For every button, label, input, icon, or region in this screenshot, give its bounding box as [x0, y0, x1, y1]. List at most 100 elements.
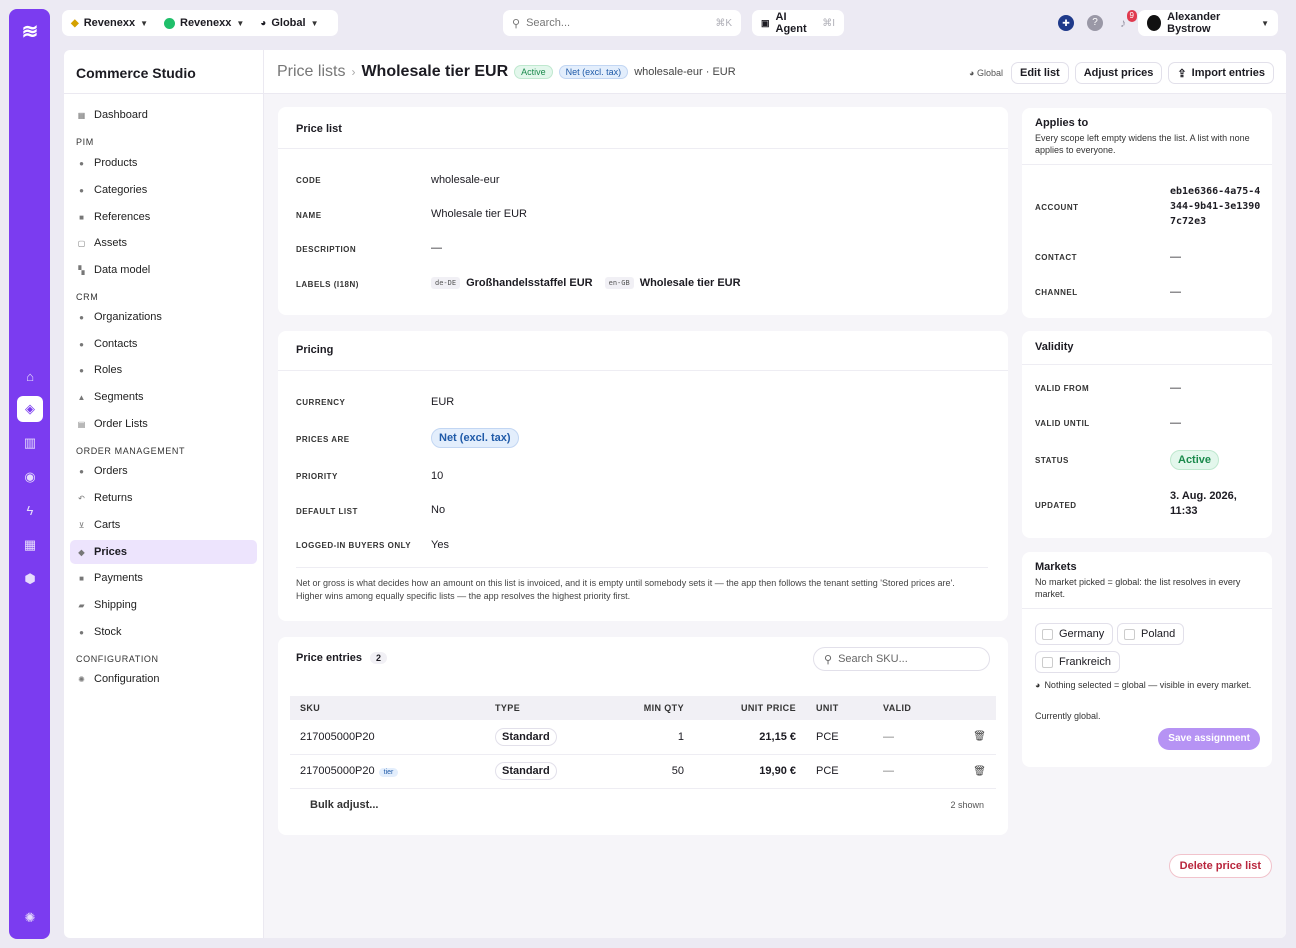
card-title: Applies to — [1035, 117, 1089, 129]
col-type[interactable]: TYPE — [485, 696, 600, 720]
bolt-icon[interactable]: ϟ — [17, 498, 43, 524]
delete-price-list-button[interactable]: Delete price list — [1168, 854, 1272, 878]
field-label: PRICES ARE — [296, 435, 350, 444]
table-row[interactable]: 217005000P20 Standard 1 21,15 € PCE — 🗑︎ — [290, 720, 996, 755]
col-valid[interactable]: VALID — [873, 696, 941, 720]
sidebar-item-carts[interactable]: ⊻ Carts — [70, 513, 257, 537]
sidebar-item-payments[interactable]: ■ Payments — [70, 566, 257, 590]
ai-agent-button[interactable]: ▣ AI Agent ⌘I — [752, 10, 844, 36]
type-cell: Standard — [485, 720, 600, 755]
sidebar-item-label: Prices — [94, 546, 128, 558]
bulk-adjust-button[interactable]: Bulk adjust... — [310, 799, 378, 811]
layers-icon[interactable]: ◈ — [17, 396, 43, 422]
card-title: Price list — [296, 123, 342, 135]
org-icon: ◆ — [71, 17, 79, 29]
roles-icon: ● — [79, 365, 84, 375]
col-unit-price[interactable]: UNIT PRICE — [694, 696, 806, 720]
stock-icon: ● — [79, 627, 84, 637]
sidebar-item-data-model[interactable]: ▚ Data model — [70, 258, 257, 282]
field-label: NAME — [296, 211, 322, 220]
trash-icon[interactable]: 🗑︎ — [941, 754, 996, 789]
col-unit[interactable]: UNIT — [806, 696, 873, 720]
sidebar-item-contacts[interactable]: ● Contacts — [70, 332, 257, 356]
chevron-right-icon: › — [351, 65, 356, 79]
card-title: Validity — [1035, 341, 1074, 353]
sidebar-item-references[interactable]: ■ References — [70, 205, 257, 229]
categories-icon: ● — [79, 185, 84, 195]
chevron-down-icon[interactable]: ▼ — [311, 19, 319, 28]
global-search[interactable]: ⚲ Search... ⌘K — [503, 10, 741, 36]
valid-cell: — — [873, 720, 941, 755]
breadcrumb-price-lists[interactable]: Price lists — [277, 63, 345, 81]
sidebar-item-organizations[interactable]: ● Organizations — [70, 305, 257, 329]
trash-icon[interactable]: 🗑︎ — [941, 720, 996, 755]
edit-list-button[interactable]: Edit list — [1011, 62, 1069, 84]
import-entries-button[interactable]: ⇪ Import entries — [1168, 62, 1274, 84]
unit-price-cell: 21,15 € — [694, 720, 806, 755]
sidebar-item-prices[interactable]: ◆ Prices — [70, 540, 257, 564]
data-model-icon: ▚ — [78, 265, 85, 275]
type-cell: Standard — [485, 754, 600, 789]
org-selector[interactable]: Revenexx — [84, 17, 135, 29]
sidebar-item-roles[interactable]: ● Roles — [70, 358, 257, 382]
updated-value: 3. Aug. 2026, 11:33 — [1170, 490, 1237, 517]
sidebar-item-segments[interactable]: ▲ Segments — [70, 385, 257, 409]
app-logo[interactable]: ≋ — [17, 19, 43, 45]
locale-code: de-DE — [431, 277, 461, 289]
sidebar-item-label: Payments — [94, 572, 143, 584]
sidebar-item-label: Products — [94, 157, 138, 169]
help-icon[interactable]: ? — [1087, 15, 1103, 31]
home-icon[interactable]: ⌂ — [17, 364, 43, 390]
sidebar-item-dashboard[interactable]: ▦ Dashboard — [70, 103, 257, 127]
divider — [1022, 164, 1272, 165]
pin-icon[interactable]: ◉ — [17, 464, 43, 490]
shipping-icon: ▰ — [78, 600, 85, 610]
scope-selector[interactable]: Global — [271, 17, 305, 29]
analytics-icon[interactable]: ▥ — [17, 430, 43, 456]
cube-icon[interactable]: ⬢ — [17, 566, 43, 592]
sidebar-item-assets[interactable]: ▢ Assets — [70, 231, 257, 255]
language-flag-icon[interactable]: ✚ — [1058, 15, 1074, 31]
sidebar-item-label: Assets — [94, 237, 128, 249]
globe-icon: ◕ — [260, 17, 267, 29]
pricing-note: Net or gross is what decides how an amou… — [296, 578, 955, 588]
sidebar-item-orders[interactable]: ● Orders — [70, 459, 257, 483]
context-switcher: ◆ Revenexx ▼ Revenexx ▼ ◕ Global ▼ — [62, 10, 338, 36]
section-configuration: CONFIGURATION — [76, 654, 159, 664]
notification-badge: 9 — [1126, 10, 1137, 22]
ai-icon: ▣ — [761, 17, 770, 28]
col-sku[interactable]: SKU — [290, 696, 485, 720]
sidebar-item-configuration[interactable]: ✺ Configuration — [70, 667, 257, 691]
sidebar-item-shipping[interactable]: ▰ Shipping — [70, 593, 257, 617]
sidebar-item-products[interactable]: ● Products — [70, 151, 257, 175]
chevron-down-icon[interactable]: ▼ — [140, 19, 148, 28]
apps-icon[interactable]: ▦ — [17, 532, 43, 558]
col-min-qty[interactable]: MIN QTY — [600, 696, 694, 720]
chevron-down-icon[interactable]: ▼ — [236, 19, 244, 28]
sidebar-item-label: Roles — [94, 364, 123, 376]
search-input[interactable]: Search... — [526, 17, 570, 29]
assets-icon: ▢ — [77, 238, 86, 248]
bell-icon[interactable]: ♪ 9 — [1115, 10, 1137, 31]
market-germany-checkbox[interactable]: Germany — [1035, 623, 1114, 645]
adjust-prices-button[interactable]: Adjust prices — [1074, 62, 1163, 84]
sidebar-item-stock[interactable]: ● Stock — [70, 620, 257, 644]
market-poland-checkbox[interactable]: Poland — [1117, 623, 1185, 645]
user-menu[interactable]: Alexander Bystrow ▼ — [1138, 10, 1278, 36]
settings-icon[interactable]: ✺ — [17, 905, 43, 931]
table-row[interactable]: 217005000P20 tier Standard 50 19,90 € PCE… — [290, 754, 996, 789]
sku-search-input[interactable]: Search SKU... — [838, 653, 908, 665]
page-title: Wholesale tier EUR — [361, 63, 509, 80]
tenant-selector[interactable]: Revenexx — [180, 17, 231, 29]
tenant-icon — [164, 17, 175, 29]
sku-search-field[interactable]: ⚲ Search SKU... — [813, 647, 990, 671]
market-france-checkbox[interactable]: Frankreich — [1035, 651, 1120, 673]
contacts-icon: ● — [79, 339, 84, 349]
sidebar-item-returns[interactable]: ↶ Returns — [70, 486, 257, 510]
import-label: Import entries — [1191, 67, 1265, 79]
sidebar-item-order-lists[interactable]: ▤ Order Lists — [70, 412, 257, 436]
save-assignment-button[interactable]: Save assignment — [1158, 728, 1260, 750]
sidebar-item-categories[interactable]: ● Categories — [70, 178, 257, 202]
section-crm: CRM — [76, 292, 99, 302]
field-label: UPDATED — [1035, 501, 1077, 510]
